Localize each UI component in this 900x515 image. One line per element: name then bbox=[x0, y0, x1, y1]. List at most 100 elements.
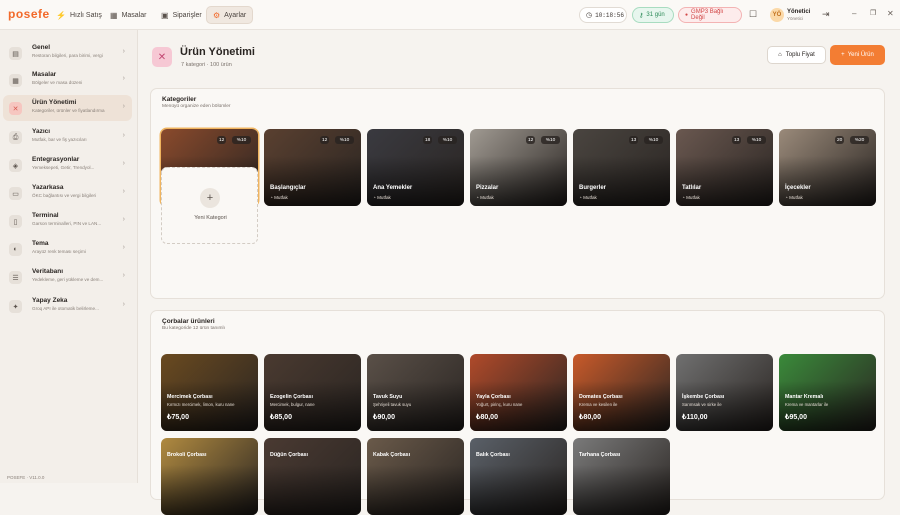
category-station: ◔ Mutfak bbox=[476, 195, 494, 200]
category-station: ◔ Mutfak bbox=[270, 195, 288, 200]
chef-hat-icon: ◔ bbox=[682, 195, 685, 200]
category-card[interactable]: 13 %10 Tatlılar ◔ Mutfak bbox=[676, 129, 773, 206]
avatar[interactable]: YÖ bbox=[770, 8, 784, 22]
product-card[interactable]: Kabak Çorbası bbox=[367, 438, 464, 515]
product-description: Krema ve kesilen ile bbox=[579, 402, 618, 407]
tax-badge: %10 bbox=[335, 136, 354, 144]
product-card[interactable]: Yayla Çorbası Yoğurt, pirinç, kuru nane ₺8… bbox=[470, 354, 567, 431]
product-card[interactable]: Tavuk Suyu Şehriyeli tavuk suyu ₺90,00 bbox=[367, 354, 464, 431]
product-name: Yayla Çorbası bbox=[476, 394, 511, 400]
logout-icon[interactable]: ⇥ bbox=[822, 9, 830, 20]
sidebar-item-tables[interactable]: ▦ Masalar Bölgeler ve masa düzeni › bbox=[3, 67, 132, 93]
categories-subtitle: Menüyü organize eden bölümler bbox=[162, 104, 231, 109]
sidebar-item-title: Ürün Yönetimi bbox=[32, 99, 77, 106]
app-logo: posefe bbox=[8, 7, 50, 21]
category-name: İçecekler bbox=[785, 185, 811, 191]
tax-badge: %10 bbox=[232, 136, 251, 144]
sidebar-item-title: Yapay Zeka bbox=[32, 297, 68, 304]
count-badge: 13 bbox=[629, 136, 639, 144]
categories-panel: Kategoriler Menüyü organize eden bölümle… bbox=[150, 88, 885, 299]
settings-sidebar: ▤ Genel Restoran bilgileri, para birimi, v… bbox=[0, 30, 138, 483]
station-label: Mutfak bbox=[583, 195, 597, 200]
sidebar-item-database[interactable]: ☰ Veritabanı Yedekleme, geri yükleme ve de… bbox=[3, 264, 132, 290]
sidebar-item-terminal[interactable]: ▯ Terminal Garson terminalleri, PIN ve LAN… bbox=[3, 208, 132, 234]
nav-label: Masalar bbox=[121, 11, 147, 19]
bulk-price-button[interactable]: ⌂ Toplu Fiyat bbox=[767, 46, 826, 64]
category-card[interactable]: 20 %20 İçecekler ◔ Mutfak bbox=[779, 129, 876, 206]
count-badge: 12 bbox=[217, 136, 227, 144]
category-name: Tatlılar bbox=[682, 185, 702, 191]
product-name: Düğün Çorbası bbox=[270, 452, 308, 458]
product-card[interactable]: Ezogelin Çorbası Mercimek, bulgur, nane ₺8… bbox=[264, 354, 361, 431]
category-card[interactable]: 12 %10 Başlangıçlar ◔ Mutfak bbox=[264, 129, 361, 206]
count-badge: 12 bbox=[320, 136, 330, 144]
clock-text: 10:18:56 bbox=[595, 11, 624, 19]
gear-icon: ⚙ bbox=[213, 10, 221, 20]
plus-icon: + bbox=[841, 52, 845, 58]
product-name: Mercimek Çorbası bbox=[167, 394, 213, 400]
chevron-right-icon: › bbox=[122, 103, 125, 110]
chef-hat-icon: ◔ bbox=[373, 195, 376, 200]
new-product-button[interactable]: + Yeni Ürün bbox=[830, 45, 885, 65]
category-card[interactable]: 13 %10 Burgerler ◔ Mutfak bbox=[573, 129, 670, 206]
category-card[interactable]: 12 %10 Pizzalar ◔ Mutfak bbox=[470, 129, 567, 206]
card-shade bbox=[367, 438, 464, 515]
product-card[interactable]: Düğün Çorbası bbox=[264, 438, 361, 515]
product-card[interactable]: Mercimek Çorbası Kırmızı mercimek, limon,… bbox=[161, 354, 258, 431]
nav-label: Siparişler bbox=[172, 11, 202, 19]
nav-quick-sale[interactable]: ⚡ Hızlı Satış bbox=[50, 6, 108, 24]
sidebar-item-theme[interactable]: ◐ Tema Arayüz renk teması seçimi › bbox=[3, 236, 132, 262]
product-card[interactable]: Balık Çorbası bbox=[470, 438, 567, 515]
station-label: Mutfak bbox=[377, 195, 391, 200]
maximize-icon[interactable]: ❐ bbox=[870, 9, 876, 17]
product-card[interactable]: Domates Çorbası Krema ve kesilen ile ₺80,0… bbox=[573, 354, 670, 431]
sidebar-item-products[interactable]: ✕ Ürün Yönetimi Kategoriler, ürünler ve fi… bbox=[3, 95, 132, 121]
count-badge: 13 bbox=[732, 136, 742, 144]
plug-icon: ◈ bbox=[9, 159, 22, 172]
count-badge: 18 bbox=[423, 136, 433, 144]
new-category-button[interactable]: + Yeni Kategori bbox=[161, 167, 258, 244]
sidebar-item-ai[interactable]: ✦ Yapay Zeka Groq API ile otomatik belirle… bbox=[3, 293, 132, 319]
card-shade bbox=[573, 438, 670, 515]
tag-icon: ⌂ bbox=[778, 52, 782, 58]
chat-icon[interactable]: ☐ bbox=[749, 9, 757, 20]
sidebar-item-title: Yazıcı bbox=[32, 128, 51, 135]
dot-icon: ● bbox=[685, 12, 689, 18]
license-days-badge[interactable]: ⚷ 31 gün bbox=[632, 7, 674, 23]
product-name: Brokoli Çorbası bbox=[167, 452, 207, 458]
product-description: Şehriyeli tavuk suyu bbox=[373, 402, 412, 407]
new-product-label: Yeni Ürün bbox=[847, 52, 874, 58]
product-card[interactable]: Mantar Kremalı Krema ve mantarlar ile ₺95,… bbox=[779, 354, 876, 431]
sidebar-item-title: Masalar bbox=[32, 71, 57, 78]
product-price: ₺110,00 bbox=[682, 414, 708, 421]
sidebar-item-sub: Yedekleme, geri yükleme ve dem... bbox=[32, 277, 104, 282]
station-label: Mutfak bbox=[274, 195, 288, 200]
product-card[interactable]: İşkembe Çorbası Sarımsak ve sirke ile ₺110… bbox=[676, 354, 773, 431]
chevron-right-icon: › bbox=[122, 244, 125, 251]
sidebar-item-integrations[interactable]: ◈ Entegrasyonlar Yemeksepeti, Getir, Trend… bbox=[3, 152, 132, 178]
cutlery-icon: ✕ bbox=[9, 102, 22, 115]
sidebar-item-cash-register[interactable]: ▭ Yazarkasa ÖKC bağlantısı ve vergi bilgil… bbox=[3, 180, 132, 206]
category-station: ◔ Mutfak bbox=[682, 195, 700, 200]
category-card[interactable]: 18 %10 Ana Yemekler ◔ Mutfak bbox=[367, 129, 464, 206]
nav-tables[interactable]: ▦ Masalar bbox=[104, 6, 152, 24]
sidebar-item-general[interactable]: ▤ Genel Restoran bilgileri, para birimi, v… bbox=[3, 40, 132, 66]
product-price: ₺90,00 bbox=[373, 414, 395, 421]
sidebar-item-sub: Arayüz renk teması seçimi bbox=[32, 249, 86, 254]
sidebar-item-printer[interactable]: ⎙ Yazıcı Mutfak, bar ve fiş yazıcıları › bbox=[3, 124, 132, 150]
chevron-right-icon: › bbox=[122, 216, 125, 223]
product-card[interactable]: Tarhana Çorbası bbox=[573, 438, 670, 515]
days-text: 31 gün bbox=[646, 12, 665, 18]
nav-orders[interactable]: ▣ Siparişler bbox=[155, 6, 208, 24]
product-description: Yoğurt, pirinç, kuru nane bbox=[476, 402, 523, 407]
minimize-icon[interactable]: – bbox=[852, 9, 856, 18]
product-card[interactable]: Brokoli Çorbası bbox=[161, 438, 258, 515]
grid-icon: ▦ bbox=[9, 74, 22, 87]
gmp3-status-badge[interactable]: ● GMP3 Bağlı Değil bbox=[678, 7, 742, 23]
close-icon[interactable]: ✕ bbox=[887, 9, 894, 18]
product-name: Kabak Çorbası bbox=[373, 452, 411, 458]
category-station: ◔ Mutfak bbox=[373, 195, 391, 200]
clipboard-icon: ▣ bbox=[161, 10, 169, 20]
product-description: Sarımsak ve sirke ile bbox=[682, 402, 722, 407]
nav-settings[interactable]: ⚙ Ayarlar bbox=[206, 6, 254, 24]
